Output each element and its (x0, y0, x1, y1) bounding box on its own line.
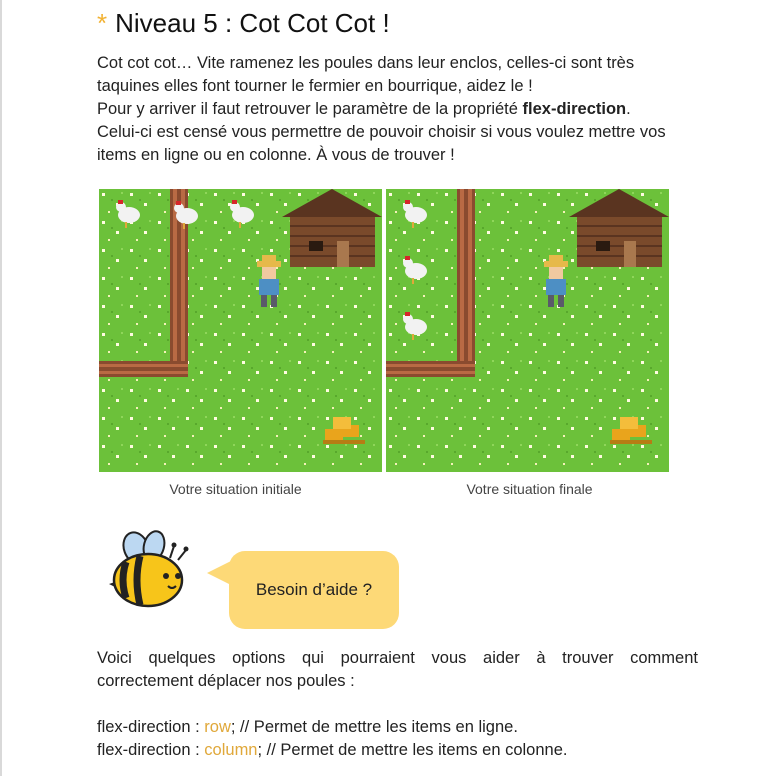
initial-caption: Votre situation initiale (169, 481, 302, 497)
title-star-icon: * (97, 8, 108, 38)
help-button[interactable]: Besoin d’aide ? (229, 551, 399, 629)
final-scene-image (386, 189, 669, 472)
intro-text: Cot cot cot… Vite ramenez les poules dan… (97, 52, 698, 167)
page-left-border (0, 0, 2, 776)
bee-icon (108, 530, 192, 615)
options-intro-line-1: Voici quelques options qui pourraient vo… (97, 649, 698, 667)
options-spacer (97, 693, 698, 716)
property-name: flex-direction (522, 100, 627, 118)
options-section: Voici quelques options qui pourraient vo… (97, 647, 698, 762)
intro-text-before: Pour y arriver il faut retrouver le para… (97, 100, 523, 118)
help-button-label: Besoin d’aide ? (255, 580, 373, 599)
title-text: Niveau 5 : Cot Cot Cot ! (115, 8, 390, 38)
option-row-comment: ; // Permet de mettre les items en ligne… (230, 718, 518, 736)
help-bubble-tail (207, 561, 231, 585)
final-caption: Votre situation finale (466, 481, 593, 497)
intro-text-after: . (626, 100, 631, 118)
intro-paragraph-1: Cot cot cot… Vite ramenez les poules dan… (97, 54, 635, 95)
option-row-prefix: flex-direction : (97, 718, 205, 736)
option-column-comment: ; // Permet de mettre les items en colon… (257, 741, 568, 759)
options-intro-line-2: correctement déplacer nos poules : (97, 672, 355, 690)
option-column-value: column (204, 741, 258, 759)
intro-paragraph-2: Pour y arriver il faut retrouver le para… (97, 98, 698, 121)
option-column: flex-direction : column; // Permet de me… (97, 739, 698, 762)
option-column-prefix: flex-direction : (97, 741, 205, 759)
option-row-value: row (204, 718, 231, 736)
page-title: * Niveau 5 : Cot Cot Cot ! (97, 8, 390, 39)
initial-scene-image (99, 189, 382, 472)
intro-paragraph-3: Celui-ci est censé vous permettre de pou… (97, 123, 666, 164)
option-row: flex-direction : row; // Permet de mettr… (97, 716, 698, 739)
